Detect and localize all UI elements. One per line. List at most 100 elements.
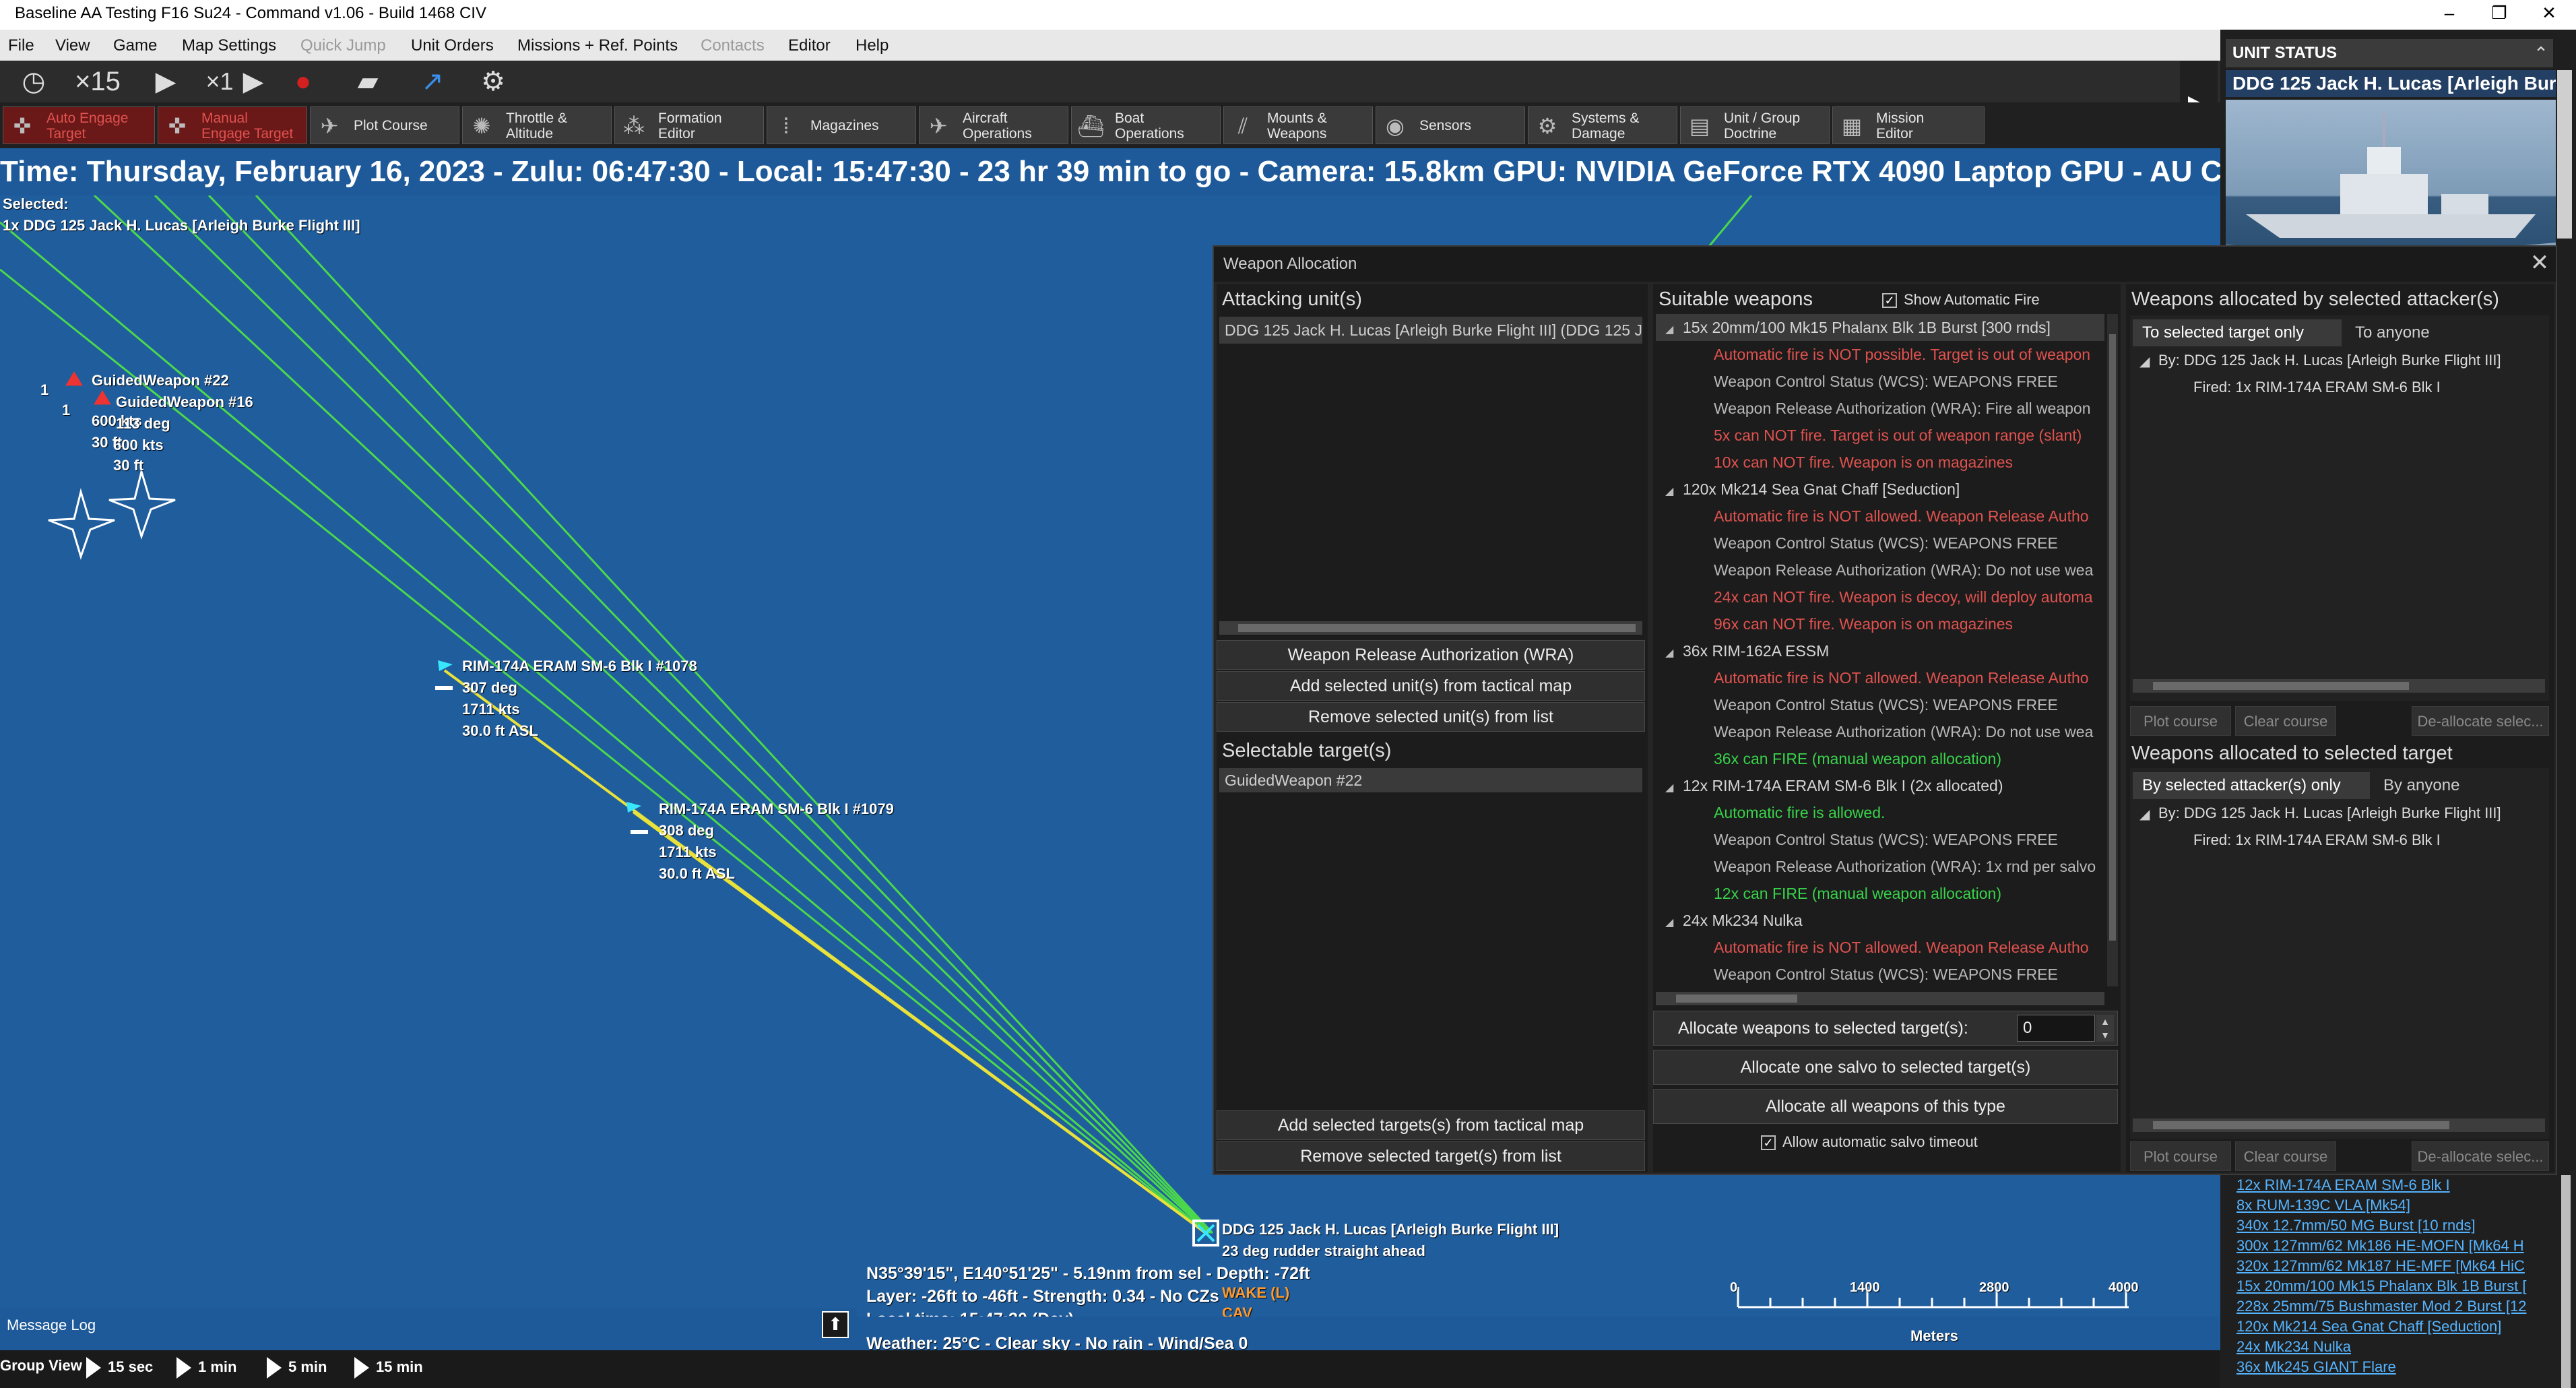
- tree-expand-icon[interactable]: ◢: [1665, 910, 1683, 934]
- menu-view[interactable]: View: [55, 36, 90, 55]
- wra-button[interactable]: Weapon Release Authorization (WRA): [1217, 640, 1645, 670]
- step-value[interactable]: ×1: [199, 61, 240, 102]
- weapon-status-row[interactable]: Weapon Release Authorization (WRA): 1x r…: [1656, 853, 2104, 880]
- show-auto-fire-checkbox[interactable]: ✓ Show Automatic Fire: [1882, 291, 2040, 309]
- group-view-label[interactable]: Group View: [0, 1357, 82, 1375]
- step-15sec[interactable]: 15 sec: [86, 1357, 153, 1379]
- menu-game[interactable]: Game: [113, 36, 157, 55]
- weapon-status-row[interactable]: Automatic fire is NOT allowed. Weapon Re…: [1656, 503, 2104, 530]
- scroll-thumb[interactable]: [2153, 682, 2409, 690]
- mission-editor-button[interactable]: ▦ Mission Editor: [1832, 106, 1985, 144]
- add-targets-button[interactable]: Add selected targets(s) from tactical ma…: [1217, 1110, 1645, 1140]
- doctrine-button[interactable]: ▤ Unit / Group Doctrine: [1680, 106, 1830, 144]
- menu-missions[interactable]: Missions + Ref. Points: [517, 36, 678, 55]
- allocated-by-unit[interactable]: By: DDG 125 Jack H. Lucas [Arleigh Burke…: [2158, 352, 2501, 369]
- weapon-status-row[interactable]: Automatic fire is NOT possible. Target i…: [1656, 341, 2104, 368]
- remove-units-button[interactable]: Remove selected unit(s) from list: [1217, 702, 1645, 732]
- tree-expand-icon[interactable]: ◢: [2139, 806, 2150, 823]
- tree-expand-icon[interactable]: ◢: [2139, 353, 2150, 370]
- record-icon[interactable]: ●: [283, 61, 323, 102]
- weapon-link[interactable]: 320x 127mm/62 Mk187 HE-MFF [Mk64 HiC: [2236, 1256, 2571, 1276]
- weapon-status-row[interactable]: Automatic fire is NOT allowed. Weapon Re…: [1656, 664, 2104, 691]
- clear-course-button[interactable]: Clear course: [2235, 1141, 2336, 1171]
- clock-icon[interactable]: ◷: [13, 61, 54, 102]
- weapon-link[interactable]: 120x Mk214 Sea Gnat Chaff [Seduction]: [2236, 1317, 2571, 1337]
- close-icon[interactable]: ✕: [2526, 249, 2553, 276]
- target-row[interactable]: GuidedWeapon #22: [1219, 768, 1642, 792]
- weapon-link[interactable]: 36x Mk245 GIANT Flare: [2236, 1357, 2571, 1377]
- allocation-hscrollbar[interactable]: [2133, 679, 2545, 693]
- weapons-list-scrollbar[interactable]: [2561, 1175, 2571, 1388]
- auto-engage-button[interactable]: ✜ Auto Engage Target: [3, 106, 155, 144]
- step-1min[interactable]: 1 min: [176, 1357, 236, 1379]
- aircraft-operations-button[interactable]: ✈ Aircraft Operations: [919, 106, 1068, 144]
- weapon-link[interactable]: 24x Mk234 Nulka: [2236, 1337, 2571, 1357]
- menu-file[interactable]: File: [8, 36, 34, 55]
- arrow-tool-icon[interactable]: ↗: [412, 61, 453, 102]
- step-15min[interactable]: 15 min: [354, 1357, 423, 1379]
- step-play-icon[interactable]: ▶: [240, 61, 267, 102]
- weapon-status-row[interactable]: Weapon Control Status (WCS): WEAPONS FRE…: [1656, 530, 2104, 557]
- allocated-by-unit[interactable]: By: DDG 125 Jack H. Lucas [Arleigh Burke…: [2158, 805, 2501, 822]
- weapon-status-row[interactable]: Weapon Control Status (WCS): WEAPONS FRE…: [1656, 826, 2104, 853]
- throttle-altitude-button[interactable]: ✺ Throttle & Altitude: [462, 106, 612, 144]
- systems-damage-button[interactable]: ⚙ Systems & Damage: [1528, 106, 1677, 144]
- menu-unit-orders[interactable]: Unit Orders: [411, 36, 494, 55]
- weapon-status-row[interactable]: 12x can FIRE (manual weapon allocation): [1656, 880, 2104, 907]
- weapon-status-row[interactable]: Automatic fire is NOT allowed. Weapon Re…: [1656, 934, 2104, 961]
- gear-icon[interactable]: ⚙: [472, 61, 515, 102]
- sensors-button[interactable]: ◉ Sensors: [1376, 106, 1525, 144]
- tab-by-anyone[interactable]: By anyone: [2377, 772, 2511, 799]
- mounts-weapons-button[interactable]: ⫽ Mounts & Weapons: [1223, 106, 1373, 144]
- plot-course-button[interactable]: Plot course: [2130, 706, 2231, 736]
- tree-expand-icon[interactable]: ◢: [1665, 317, 1683, 341]
- add-units-button[interactable]: Add selected unit(s) from tactical map: [1217, 671, 1645, 701]
- unit-status-scrollbar[interactable]: [2557, 70, 2572, 239]
- allocation-hscrollbar[interactable]: [2133, 1118, 2545, 1132]
- weapon-group-row[interactable]: ◢ 120x Mk214 Sea Gnat Chaff [Seduction]: [1656, 476, 2104, 503]
- allocate-all-weapons-button[interactable]: Allocate all weapons of this type: [1653, 1089, 2118, 1124]
- tab-to-selected-target[interactable]: To selected target only: [2133, 319, 2342, 346]
- time-compression[interactable]: ×15: [61, 61, 135, 102]
- menu-editor[interactable]: Editor: [788, 36, 831, 55]
- deallocate-button[interactable]: De-allocate selec...: [2412, 706, 2549, 736]
- magazines-button[interactable]: ⦙ Magazines: [767, 106, 916, 144]
- weapon-status-row[interactable]: 36x can FIRE (manual weapon allocation): [1656, 745, 2104, 772]
- tree-expand-icon[interactable]: ◢: [1665, 775, 1683, 799]
- weapon-status-row[interactable]: 5x can NOT fire. Target is out of weapon…: [1656, 422, 2104, 449]
- weapon-status-row[interactable]: Weapon Control Status (WCS): WEAPONS FRE…: [1656, 368, 2104, 395]
- menu-map-settings[interactable]: Map Settings: [182, 36, 276, 55]
- scroll-thumb[interactable]: [2153, 1121, 2449, 1129]
- allocated-fired[interactable]: Fired: 1x RIM-174A ERAM SM-6 Blk I: [2193, 831, 2441, 849]
- formation-editor-button[interactable]: ⁂ Formation Editor: [614, 106, 764, 144]
- quantity-stepper[interactable]: ▲ ▼: [2096, 1015, 2114, 1042]
- scroll-thumb[interactable]: [1676, 995, 1797, 1003]
- step-5min[interactable]: 5 min: [267, 1357, 327, 1379]
- minimize-icon[interactable]: –: [2429, 3, 2470, 27]
- manual-engage-button[interactable]: ✜ Manual Engage Target: [158, 106, 307, 144]
- weapon-status-row[interactable]: Weapon Control Status (WCS): WEAPONS FRE…: [1656, 961, 2104, 988]
- weapon-link[interactable]: 300x 127mm/62 Mk186 HE-MOFN [Mk64 H: [2236, 1236, 2571, 1256]
- tab-to-anyone[interactable]: To anyone: [2348, 319, 2483, 346]
- scroll-thumb[interactable]: [1238, 624, 1636, 632]
- weapon-status-row[interactable]: Weapon Release Authorization (WRA): Do n…: [1656, 557, 2104, 583]
- message-log[interactable]: Message Log ⬆: [0, 1308, 857, 1341]
- weapon-link[interactable]: 228x 25mm/75 Bushmaster Mod 2 Burst [12: [2236, 1296, 2571, 1317]
- play-icon[interactable]: ▶: [147, 61, 185, 102]
- warship-view-icon[interactable]: ▰: [342, 61, 393, 102]
- weapon-link[interactable]: 12x RIM-174A ERAM SM-6 Blk I: [2236, 1175, 2571, 1195]
- tab-by-selected-attacker[interactable]: By selected attacker(s) only: [2133, 772, 2370, 799]
- clear-course-button[interactable]: Clear course: [2235, 706, 2336, 736]
- menu-quick-jump[interactable]: Quick Jump: [300, 36, 386, 55]
- weapon-status-row[interactable]: 96x can NOT fire. Weapon is on magazines: [1656, 610, 2104, 637]
- weapon-group-row[interactable]: ◢ 15x 20mm/100 Mk15 Phalanx Blk 1B Burst …: [1656, 314, 2104, 341]
- weapon-group-row[interactable]: ◢ 12x RIM-174A ERAM SM-6 Blk I (2x alloca…: [1656, 772, 2104, 799]
- weapon-link[interactable]: 8x RUM-139C VLA [Mk54]: [2236, 1195, 2571, 1216]
- weapons-hscrollbar[interactable]: [1656, 992, 2104, 1005]
- tree-expand-icon[interactable]: ◢: [1665, 640, 1683, 664]
- weapon-status-row[interactable]: Weapon Release Authorization (WRA): Fire…: [1656, 395, 2104, 422]
- maximize-icon[interactable]: ❐: [2479, 3, 2519, 27]
- expand-log-icon[interactable]: ⬆: [822, 1311, 849, 1338]
- attackers-hscrollbar[interactable]: [1219, 621, 1642, 635]
- remove-targets-button[interactable]: Remove selected target(s) from list: [1217, 1141, 1645, 1171]
